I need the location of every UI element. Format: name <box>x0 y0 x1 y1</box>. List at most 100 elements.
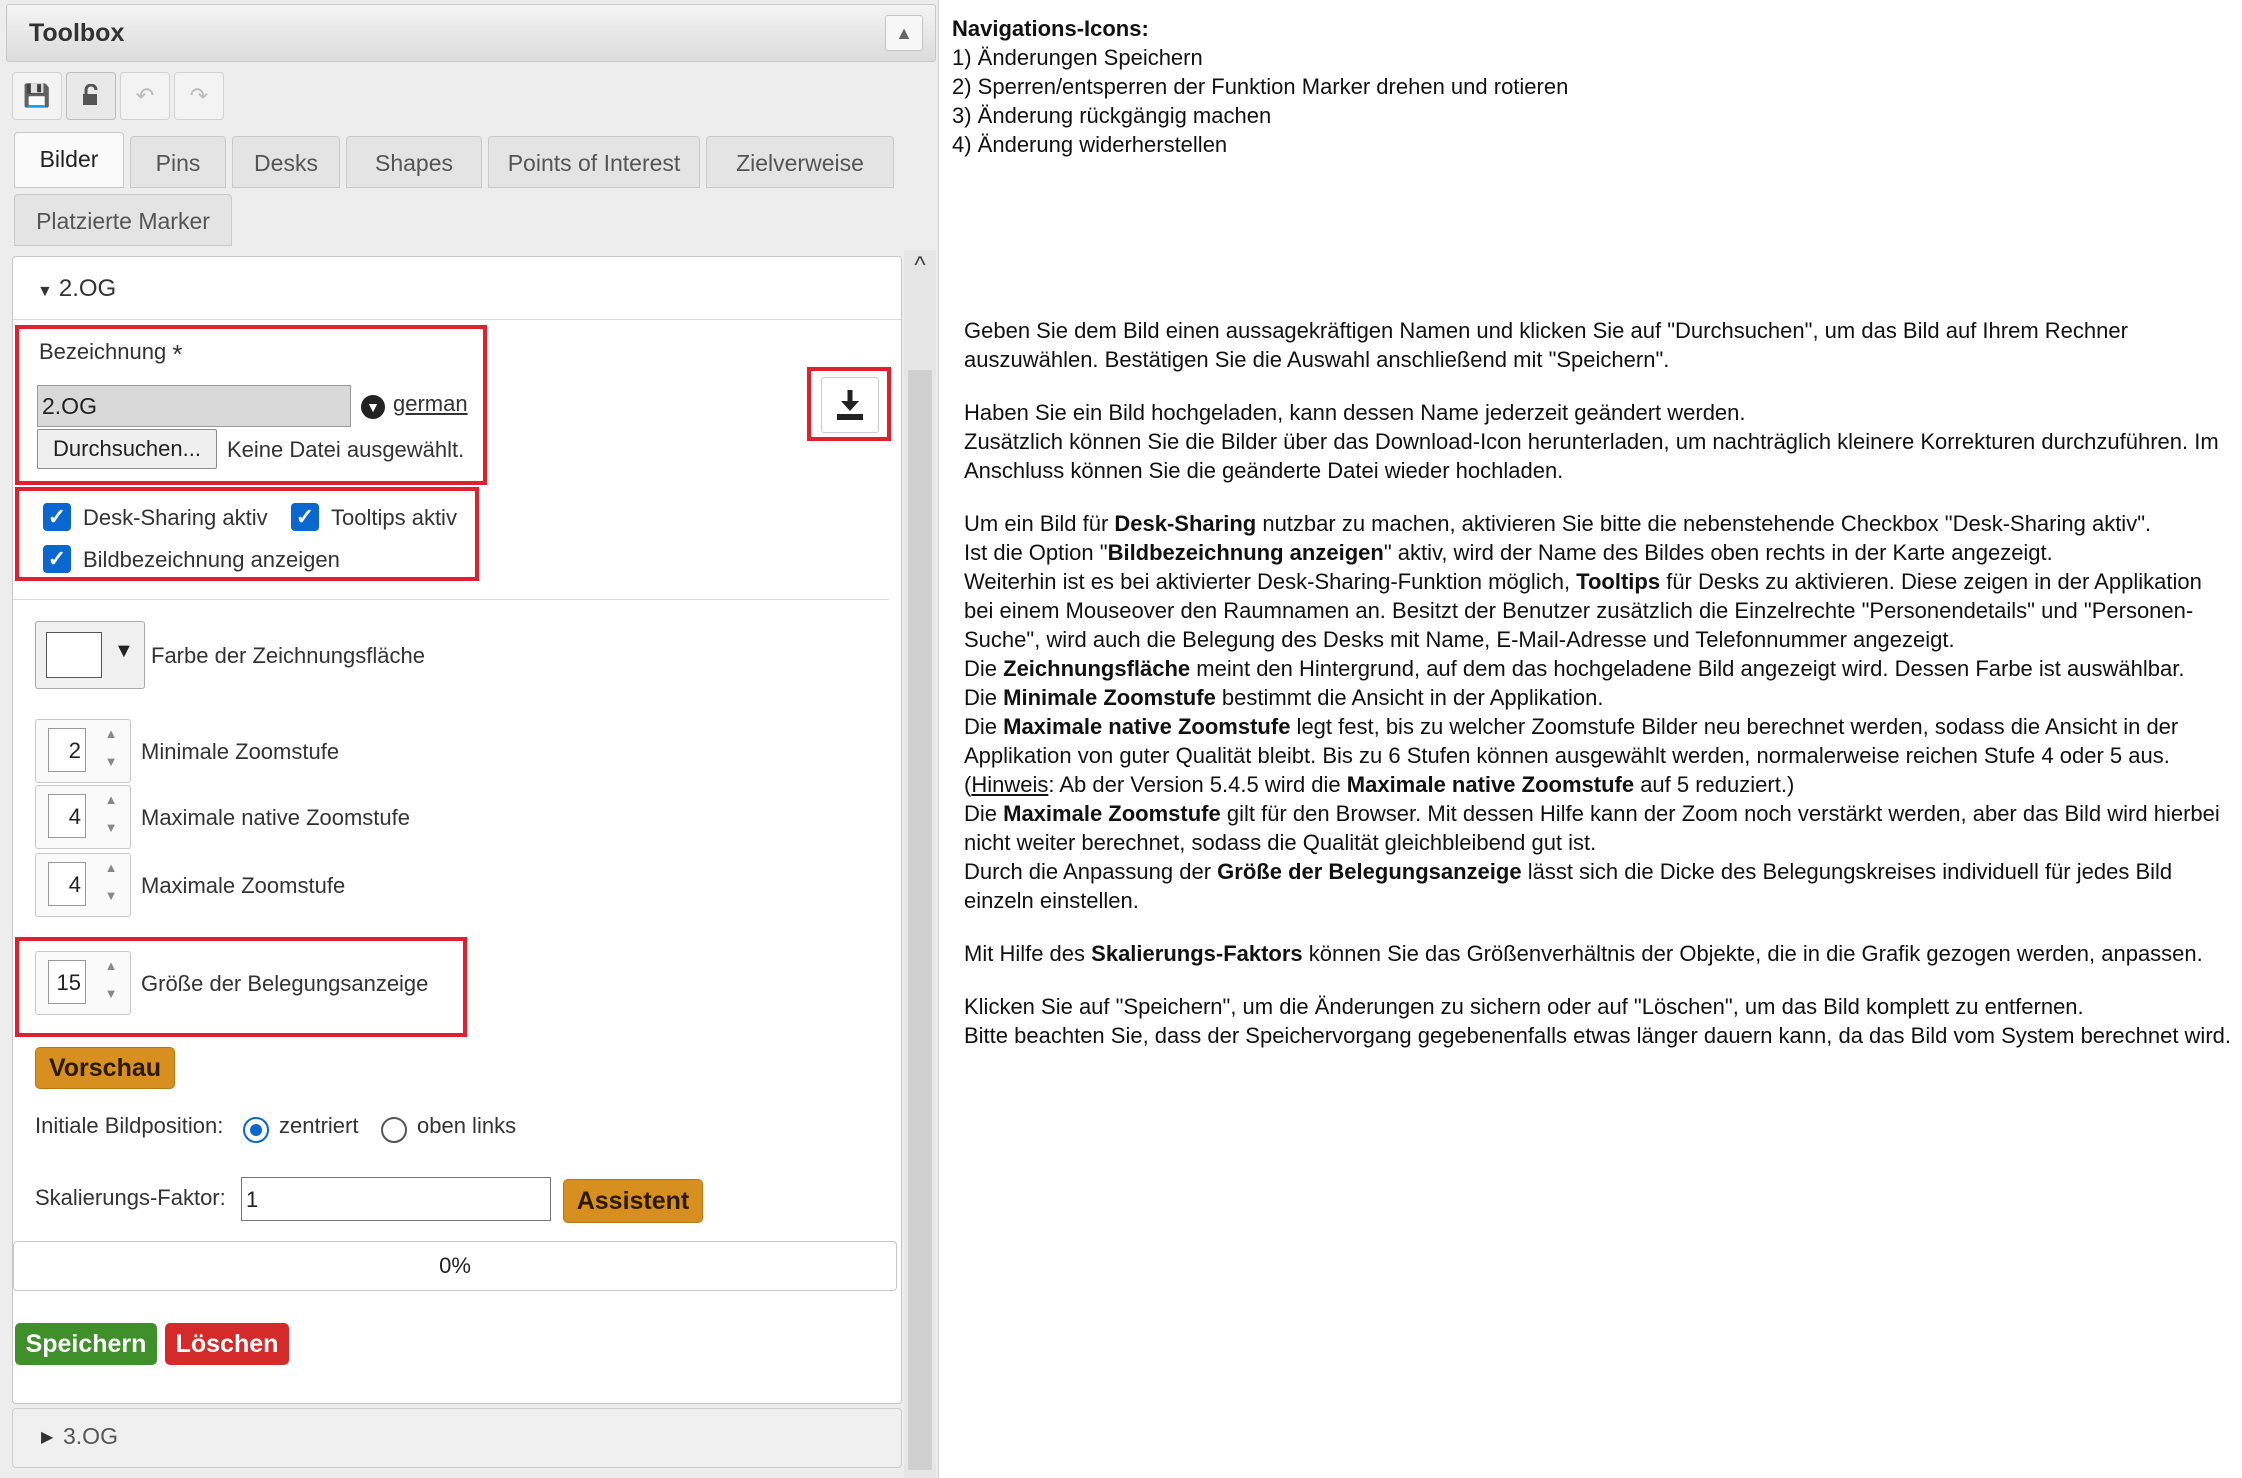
tooltips-label: Tooltips aktiv <box>331 505 457 530</box>
tab-pins[interactable]: Pins <box>130 136 226 188</box>
t: Die <box>964 685 1004 710</box>
radio-centered[interactable] <box>243 1117 269 1143</box>
tab-desks[interactable]: Desks <box>232 136 340 188</box>
max-native-zoom-label: Maximale native Zoomstufe <box>141 805 410 830</box>
name-label: Bezeichnung * <box>39 339 182 370</box>
t: bestimmt die Ansicht in der Applikation. <box>1215 685 1604 710</box>
tab-platzierte-marker[interactable]: Platzierte Marker <box>14 194 232 246</box>
tab-bilder[interactable]: Bilder <box>14 132 124 188</box>
arrow-down-circle-icon: ▼ <box>361 395 385 419</box>
caret-right-icon: ▶ <box>41 1429 54 1446</box>
spin-down-icon[interactable]: ▼ <box>98 986 124 1001</box>
scroll-up-icon[interactable]: ^ <box>904 252 936 282</box>
t: nutzbar zu machen, aktivieren Sie bitte … <box>1256 511 2152 536</box>
help-paragraph-options: Um ein Bild für Desk-Sharing nutzbar zu … <box>964 509 2234 915</box>
chevron-up-icon[interactable]: ▲ <box>885 15 923 51</box>
t: Hinweis <box>971 772 1049 797</box>
t: Tooltips <box>1576 569 1661 594</box>
t: Maximale native Zoomstufe <box>1346 772 1635 797</box>
occupancy-spinner[interactable]: 15 ▲ ▼ <box>35 951 131 1015</box>
browse-button[interactable]: Durchsuchen... <box>37 429 217 469</box>
tab-zielverweise[interactable]: Zielverweise <box>706 136 894 188</box>
t: auf 5 reduziert.) <box>1634 772 1795 797</box>
spin-up-icon[interactable]: ▲ <box>98 958 124 973</box>
show-name-checkbox[interactable]: ✓ <box>43 545 71 573</box>
canvas-color-label: Farbe der Zeichnungsfläche <box>151 643 425 668</box>
canvas-color-picker[interactable]: ▼ <box>35 621 145 689</box>
max-native-zoom-spinner[interactable]: 4 ▲ ▼ <box>35 785 131 849</box>
help-paragraph-note: Bitte beachten Sie, dass der Speichervor… <box>964 1023 2231 1048</box>
nav-icons-help: Navigations-Icons: 1) Änderungen Speiche… <box>952 14 2222 159</box>
color-swatch <box>46 632 102 678</box>
spin-down-icon[interactable]: ▼ <box>98 820 124 835</box>
spin-down-icon[interactable]: ▼ <box>98 754 124 769</box>
position-label: Initiale Bildposition: <box>35 1113 224 1138</box>
progress-bar: 0% <box>13 1241 897 1291</box>
spin-up-icon[interactable]: ▲ <box>98 726 124 741</box>
min-zoom-value[interactable]: 2 <box>48 728 86 772</box>
t: Minimale Zoomstufe <box>1003 685 1216 710</box>
occupancy-value[interactable]: 15 <box>48 960 86 1004</box>
language-link[interactable]: german <box>393 391 468 417</box>
t: Um ein Bild für <box>964 511 1115 536</box>
scale-input[interactable]: 1 <box>241 1177 551 1221</box>
t: : Ab der Version 5.4.5 wird die <box>1048 772 1347 797</box>
lock-icon[interactable] <box>66 72 116 120</box>
save-icon[interactable]: 💾 <box>12 72 62 120</box>
section-title: 2.OG <box>58 275 117 302</box>
t: Skalierungs-Faktors <box>1091 941 1303 966</box>
tab-points-of-interest[interactable]: Points of Interest <box>488 136 700 188</box>
nav-help-item: 2) Sperren/entsperren der Funktion Marke… <box>952 74 1569 99</box>
radio-top-left[interactable] <box>381 1117 407 1143</box>
t: Maximale native Zoomstufe <box>1003 714 1291 739</box>
desk-sharing-checkbox[interactable]: ✓ <box>43 503 71 531</box>
t: Bildbezeichnung anzeigen <box>1107 540 1384 565</box>
delete-button[interactable]: Löschen <box>165 1323 289 1365</box>
tab-shapes[interactable]: Shapes <box>346 136 482 188</box>
spin-up-icon[interactable]: ▲ <box>98 792 124 807</box>
undo-icon[interactable]: ↶ <box>120 72 170 120</box>
download-icon[interactable] <box>821 377 879 433</box>
scroll-thumb[interactable] <box>908 370 932 1470</box>
spin-up-icon[interactable]: ▲ <box>98 860 124 875</box>
redo-icon[interactable]: ↷ <box>174 72 224 120</box>
tooltips-checkbox[interactable]: ✓ <box>291 503 319 531</box>
section-header-2og[interactable]: ▼ 2.OG <box>37 275 116 303</box>
save-button[interactable]: Speichern <box>15 1323 157 1365</box>
preview-button[interactable]: Vorschau <box>35 1047 175 1089</box>
max-zoom-spinner[interactable]: 4 ▲ ▼ <box>35 853 131 917</box>
occupancy-label: Größe der Belegungsanzeige <box>141 971 429 996</box>
help-paragraph-upload: Geben Sie dem Bild einen aussagekräftige… <box>964 318 2128 372</box>
desk-sharing-label: Desk-Sharing aktiv <box>83 505 268 530</box>
t: können Sie das Größenverhältnis der Obje… <box>1302 941 2203 966</box>
section-header-3og[interactable]: ▶ 3.OG <box>12 1408 902 1468</box>
dropdown-arrow-icon: ▼ <box>114 640 134 662</box>
max-native-zoom-value[interactable]: 4 <box>48 794 86 838</box>
max-zoom-label: Maximale Zoomstufe <box>141 873 346 898</box>
t: meint den Hintergrund, auf dem das hochg… <box>1190 656 2185 681</box>
spin-down-icon[interactable]: ▼ <box>98 888 124 903</box>
divider <box>13 319 901 320</box>
nav-help-item: 3) Änderung rückgängig machen <box>952 103 1272 128</box>
t: Weiterhin ist es bei aktivierter Desk-Sh… <box>964 569 1577 594</box>
toolbox-panel: Toolbox ▲ 💾 ↶ ↷ Bilder Pins Desks Shapes… <box>0 0 939 1478</box>
t: Desk-Sharing <box>1114 511 1257 536</box>
min-zoom-spinner[interactable]: 2 ▲ ▼ <box>35 719 131 783</box>
scrollbar[interactable]: ^ <box>904 250 936 1478</box>
t: Die <box>964 801 1004 826</box>
name-input[interactable]: 2.OG <box>37 385 351 427</box>
assistant-button[interactable]: Assistent <box>563 1179 703 1223</box>
max-zoom-value[interactable]: 4 <box>48 862 86 906</box>
t: Die <box>964 714 1004 739</box>
help-paragraph-download: Zusätzlich können Sie die Bilder über da… <box>964 429 2219 483</box>
t: " aktiv, wird der Name des Bildes oben r… <box>1383 540 2053 565</box>
divider <box>13 599 889 600</box>
image-section-content: ▼ 2.OG Bezeichnung * 2.OG ▼ german Durchs… <box>12 256 902 1404</box>
required-mark: * <box>172 339 183 369</box>
nav-help-title: Navigations-Icons: <box>952 16 1149 41</box>
help-paragraph-save: Klicken Sie auf "Speichern", um die Ände… <box>964 994 2084 1019</box>
section-title: 3.OG <box>63 1423 118 1449</box>
radio-top-left-label: oben links <box>417 1113 517 1138</box>
t: Durch die Anpassung der <box>964 859 1218 884</box>
t: Größe der Belegungsanzeige <box>1217 859 1522 884</box>
